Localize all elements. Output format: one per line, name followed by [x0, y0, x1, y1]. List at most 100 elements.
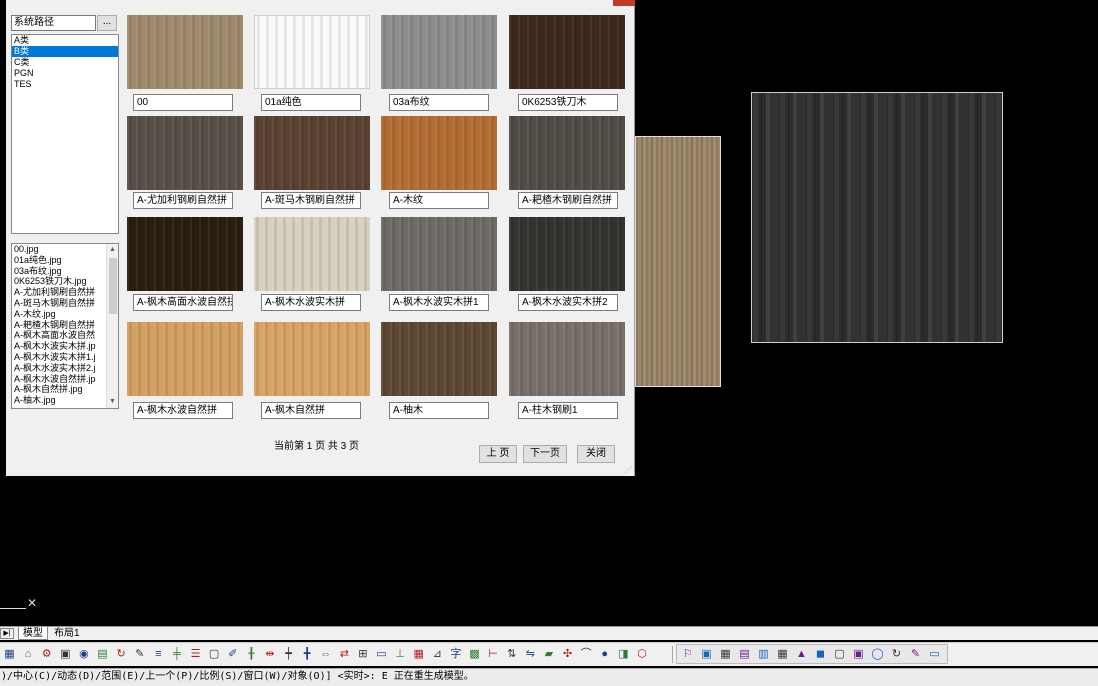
file-item[interactable]: A-尤加利钢刷自然拼 [14, 287, 106, 298]
texture-thumbnail[interactable] [127, 15, 243, 89]
texture-label[interactable]: A-枫木水波实木拼 [261, 294, 361, 311]
view-tool-m-icon[interactable]: ✎ [908, 647, 923, 662]
texture-thumbnail[interactable] [381, 116, 497, 190]
texture-thumbnail[interactable] [127, 217, 243, 291]
prev-page-button[interactable]: 上 页 [479, 445, 517, 463]
view-tool-c-icon[interactable]: ▦ [718, 647, 733, 662]
insert-icon[interactable]: ⊥ [393, 647, 408, 662]
file-item[interactable]: 0K6253铁刀木.jpg [14, 276, 106, 287]
shape-icon[interactable]: ⬡ [634, 647, 649, 662]
file-item[interactable]: A-木纹.jpg [14, 309, 106, 320]
render-icon[interactable]: ◉ [76, 647, 91, 662]
texture-thumbnail[interactable] [254, 322, 370, 396]
close-button[interactable]: 关闭 [577, 445, 615, 463]
text-icon[interactable]: 字 [448, 647, 463, 662]
hatch-icon[interactable]: ▩ [467, 647, 482, 662]
scroll-thumb[interactable] [109, 258, 117, 314]
scroll-up-icon[interactable]: ▲ [107, 244, 118, 256]
texture-label[interactable]: 03a布纹 [389, 94, 489, 111]
file-item[interactable]: 03a布纹.jpg [14, 266, 106, 277]
layer-icon[interactable]: ▤ [95, 647, 110, 662]
file-item[interactable]: A-枫木高面水波自然 [14, 330, 106, 341]
align-icon[interactable]: ≡ [151, 647, 166, 662]
category-item[interactable]: A类 [12, 35, 118, 46]
texture-label[interactable]: A-尤加利钢刷自然拼 [133, 192, 233, 209]
measure-icon[interactable]: ⇅ [504, 647, 519, 662]
tab-nav-icon[interactable]: ▶| [0, 628, 14, 639]
tab-model[interactable]: 模型 [18, 627, 48, 640]
grid-icon[interactable]: ╋ [300, 647, 315, 662]
table-icon[interactable]: ▦ [411, 647, 426, 662]
texture-label[interactable]: 0K6253铁刀木 [518, 94, 618, 111]
texture-thumbnail[interactable] [381, 15, 497, 89]
view-tool-l-icon[interactable]: ↻ [889, 647, 904, 662]
texture-thumbnail[interactable] [254, 217, 370, 291]
file-item[interactable]: A-斑马木钢刷自然拼 [14, 298, 106, 309]
move-icon[interactable]: ⇄ [337, 647, 352, 662]
texture-label[interactable]: 00 [133, 94, 233, 111]
brush-icon[interactable]: ⌒ [579, 647, 594, 662]
view-tool-k-icon[interactable]: ◯ [870, 647, 885, 662]
globe-icon[interactable]: ● [597, 647, 612, 662]
texture-thumbnail[interactable] [127, 116, 243, 190]
category-item[interactable]: PGN [12, 68, 118, 79]
view-tool-h-icon[interactable]: ◼ [813, 647, 828, 662]
texture-thumbnail[interactable] [509, 15, 625, 89]
category-item[interactable]: TES [12, 79, 118, 90]
cursor-icon[interactable]: ┿ [281, 647, 296, 662]
view-tool-i-icon[interactable]: ▢ [832, 647, 847, 662]
tab-layout1[interactable]: 布局1 [50, 627, 84, 640]
texture-thumbnail[interactable] [127, 322, 243, 396]
file-list[interactable]: 00.jpg 01a纯色.jpg 03a布纹.jpg 0K6253铁刀木.jpg A-尤… [11, 243, 119, 409]
category-list[interactable]: A类 B类 C类 PGN TES [11, 34, 119, 234]
texture-thumbnail[interactable] [381, 322, 497, 396]
save-icon[interactable]: ▣ [58, 647, 73, 662]
texture-thumbnail[interactable] [509, 116, 625, 190]
new-icon[interactable]: ▦ [2, 647, 17, 662]
texture-label[interactable]: A-柚木 [389, 402, 489, 419]
file-item[interactable]: 01a纯色.jpg [14, 255, 106, 266]
browse-button[interactable]: ... [97, 15, 117, 31]
texture-label[interactable]: A-枫木水波实木拼2 [518, 294, 618, 311]
texture-label[interactable]: A-耙楂木钢刷自然拼 [518, 192, 618, 209]
rect-icon[interactable]: ▭ [374, 647, 389, 662]
view-tool-f-icon[interactable]: ▦ [775, 647, 790, 662]
path-field[interactable]: 系统路径 [11, 15, 96, 31]
resize-grip-icon[interactable]: ⋰ [624, 465, 632, 474]
list-icon[interactable]: ☰ [188, 647, 203, 662]
texture-label[interactable]: A-木纹 [389, 192, 489, 209]
mirror-icon[interactable]: ⇔ [318, 647, 333, 662]
terrain-icon[interactable]: ▰ [541, 647, 556, 662]
texture-thumbnail[interactable] [254, 116, 370, 190]
command-line[interactable]: )/中心(C)/动态(D)/范围(E)/上一个(P)/比例(S)/窗口(W)/对… [0, 668, 1098, 686]
next-page-button[interactable]: 下一页 [523, 445, 567, 463]
view-tool-e-icon[interactable]: ▥ [756, 647, 771, 662]
view-tool-a-icon[interactable]: ⚐ [680, 647, 695, 662]
texture-thumbnail[interactable] [254, 15, 370, 89]
texture-label[interactable]: A-枫木水波实木拼1 [389, 294, 489, 311]
file-item[interactable]: A-枫木水波实木拼2.j [14, 363, 106, 374]
texture-thumbnail[interactable] [509, 217, 625, 291]
window-close-icon[interactable] [613, 0, 635, 6]
style-icon[interactable]: ✣ [560, 647, 575, 662]
texture-label[interactable]: A-枫木自然拼 [261, 402, 361, 419]
texture-label[interactable]: A-斑马木钢刷自然拼 [261, 192, 361, 209]
file-item[interactable]: 00.jpg [14, 244, 106, 255]
texture-thumbnail[interactable] [381, 217, 497, 291]
scroll-down-icon[interactable]: ▼ [107, 396, 118, 408]
split-icon[interactable]: ╂ [244, 647, 259, 662]
view-tool-g-icon[interactable]: ▲ [794, 647, 809, 662]
file-list-scrollbar[interactable]: ▲ ▼ [106, 244, 118, 408]
box-icon[interactable]: ◨ [616, 647, 631, 662]
file-item[interactable]: A-枫木水波实木拼1.j [14, 352, 106, 363]
file-item[interactable]: A-枫木水波实木拼.jp [14, 341, 106, 352]
texture-label[interactable]: A-枫木水波自然拼 [133, 402, 233, 419]
file-item[interactable]: A-柚木.jpg [14, 395, 106, 406]
center-icon[interactable]: ╪ [169, 647, 184, 662]
category-item[interactable]: B类 [12, 46, 118, 57]
connect-icon[interactable]: ⇋ [523, 647, 538, 662]
view-tool-d-icon[interactable]: ▤ [737, 647, 752, 662]
view-tool-j-icon[interactable]: ▣ [851, 647, 866, 662]
view-tool-b-icon[interactable]: ▣ [699, 647, 714, 662]
view-tool-n-icon[interactable]: ▭ [927, 647, 942, 662]
